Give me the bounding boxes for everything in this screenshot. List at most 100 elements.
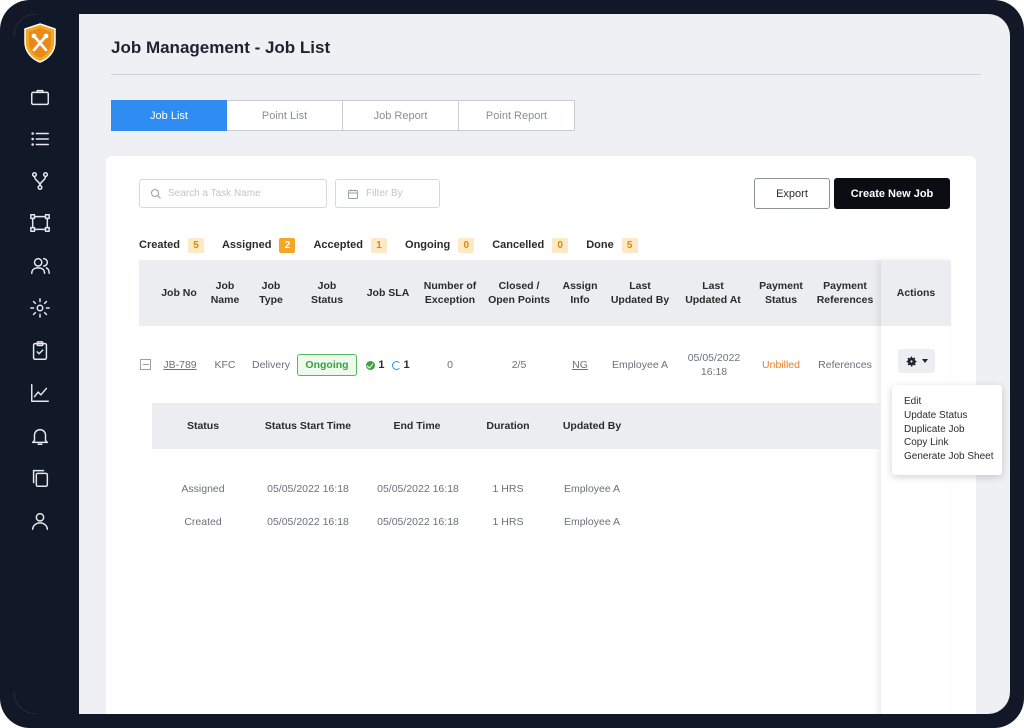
header-end-time: End Time [393, 420, 441, 432]
sidebar [14, 14, 79, 714]
user-icon[interactable] [27, 508, 53, 534]
history-updated-by: Employee A [563, 515, 621, 528]
points-cell: 2/5 [511, 359, 527, 371]
row-actions-menu: Edit Update Status Duplicate Job Copy Li… [892, 385, 1002, 475]
header-payment-status[interactable]: Payment Status [751, 260, 811, 326]
status-tab-label: Accepted [313, 239, 364, 251]
tab-job-report[interactable]: Job Report [343, 100, 459, 131]
status-tab-accepted[interactable]: Accepted 1 [313, 230, 388, 260]
row-actions-button[interactable] [898, 349, 935, 373]
list-item: Assigned 05/05/2022 16:18 05/05/2022 16:… [152, 472, 881, 505]
status-tab-assigned[interactable]: Assigned 2 [222, 230, 296, 260]
header-job-type[interactable]: Job Type [251, 260, 291, 326]
chart-icon[interactable] [27, 380, 53, 406]
header-assign-info[interactable]: Assign Info [559, 260, 601, 326]
menu-item-update-status[interactable]: Update Status [904, 409, 1002, 423]
job-list-card: Filter By Export Create New Job Created … [106, 156, 976, 714]
history-status: Created [184, 515, 222, 528]
menu-item-copy-link[interactable]: Copy Link [904, 436, 1002, 450]
collapse-row-icon[interactable] [140, 359, 151, 370]
filter-placeholder: Filter By [366, 188, 403, 199]
header-updated-by: Updated By [562, 420, 622, 432]
gear-icon[interactable] [27, 295, 53, 321]
app-logo-icon[interactable] [22, 22, 58, 64]
status-tab-label: Assigned [221, 239, 272, 251]
clipboard-icon[interactable] [27, 338, 53, 364]
search-box[interactable] [139, 179, 327, 208]
history-start: 05/05/2022 16:18 [267, 482, 349, 495]
exceptions-cell: 0 [447, 359, 453, 371]
status-tab-label: Created [139, 239, 180, 251]
header-job-status[interactable]: Job Status [302, 260, 352, 326]
tab-point-report[interactable]: Point Report [459, 100, 575, 131]
count-badge: 5 [621, 237, 638, 253]
header-job-no[interactable]: Job No [161, 260, 197, 326]
status-history-header: Status Status Start Time End Time Durati… [152, 403, 881, 449]
nodes-icon[interactable] [27, 210, 53, 236]
filter-select[interactable]: Filter By [335, 179, 440, 208]
main-content: Job Management - Job List Job List Point… [79, 14, 1010, 714]
search-icon [150, 188, 161, 199]
history-updated-by: Employee A [563, 482, 621, 495]
create-job-button[interactable]: Create New Job [834, 178, 950, 209]
header-last-updated-at[interactable]: Last Updated At [681, 260, 745, 326]
bell-icon[interactable] [27, 423, 53, 449]
check-circle-icon [366, 360, 376, 370]
status-tab-created[interactable]: Created 5 [139, 230, 204, 260]
job-name-cell: KFC [214, 359, 236, 371]
list-icon[interactable] [27, 126, 53, 152]
assign-info-link[interactable]: NG [572, 358, 588, 372]
status-tab-label: Done [586, 239, 614, 251]
top-tabs: Job List Point List Job Report Point Rep… [111, 100, 575, 131]
briefcase-icon[interactable] [27, 84, 53, 110]
status-badge: Ongoing [297, 354, 357, 376]
sla-done-count: 1 [378, 359, 385, 371]
payment-references-cell[interactable]: References [813, 326, 877, 404]
copy-icon[interactable] [27, 465, 53, 491]
status-tab-done[interactable]: Done 5 [586, 230, 638, 260]
updated-by-cell: Employee A [611, 359, 669, 371]
header-payment-references[interactable]: Payment References [813, 260, 877, 326]
status-tab-label: Ongoing [405, 239, 451, 251]
updated-at-cell: 05/05/2022 16:18 [687, 352, 741, 378]
header-exceptions[interactable]: Number of Exception [419, 260, 481, 326]
search-input[interactable] [168, 188, 308, 199]
header-job-sla[interactable]: Job SLA [363, 260, 413, 326]
branch-icon[interactable] [27, 168, 53, 194]
status-filter-tabs: Created 5 Assigned 2 Accepted 1 Ongoing … [139, 230, 656, 264]
header-points[interactable]: Closed / Open Points [485, 260, 553, 326]
users-icon[interactable] [27, 253, 53, 279]
header-duration: Duration [486, 420, 530, 432]
header-last-updated-by[interactable]: Last Updated By [607, 260, 673, 326]
progress-ring-icon [391, 360, 401, 370]
count-badge: 1 [371, 237, 388, 253]
job-type-cell: Delivery [252, 359, 290, 371]
menu-item-generate-job-sheet[interactable]: Generate Job Sheet [904, 450, 1002, 464]
table-row[interactable]: JB-789 KFC Delivery Ongoing 1 1 0 2/5 NG… [139, 326, 881, 404]
sla-pending-count: 1 [403, 359, 410, 371]
job-sla-cell: 1 1 [361, 326, 415, 404]
job-no-link[interactable]: JB-789 [163, 358, 196, 372]
history-end: 05/05/2022 16:18 [377, 515, 459, 528]
device-frame: Job Management - Job List Job List Point… [0, 0, 1024, 728]
history-end: 05/05/2022 16:18 [377, 482, 459, 495]
menu-item-edit[interactable]: Edit [904, 395, 1002, 409]
tab-job-list[interactable]: Job List [111, 100, 227, 131]
count-badge: 0 [552, 237, 569, 253]
calendar-icon [348, 189, 358, 199]
status-tab-cancelled[interactable]: Cancelled 0 [492, 230, 569, 260]
gear-icon [906, 356, 917, 367]
history-start: 05/05/2022 16:18 [267, 515, 349, 528]
payment-status-cell: Unbilled [762, 359, 800, 371]
header-status-start-time: Status Start Time [264, 420, 352, 432]
app-screen: Job Management - Job List Job List Point… [14, 14, 1010, 714]
menu-item-duplicate-job[interactable]: Duplicate Job [904, 423, 1002, 437]
status-tab-label: Cancelled [492, 239, 545, 251]
tab-point-list[interactable]: Point List [227, 100, 343, 131]
count-badge: 2 [279, 237, 296, 253]
export-button[interactable]: Export [754, 178, 830, 209]
chevron-down-icon [922, 359, 928, 363]
status-tab-ongoing[interactable]: Ongoing 0 [401, 230, 481, 264]
header-job-name[interactable]: Job Name [205, 260, 245, 326]
count-badge: 5 [187, 237, 204, 253]
